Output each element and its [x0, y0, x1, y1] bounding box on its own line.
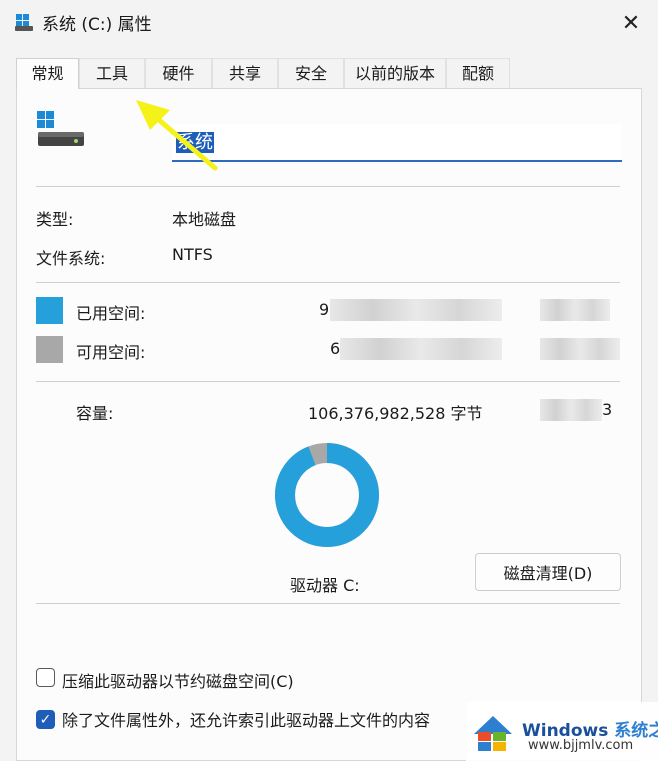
title-bar: 系统 (C:) 属性 ✕ — [0, 0, 658, 46]
compress-checkbox[interactable] — [36, 668, 55, 687]
disk-cleanup-button[interactable]: 磁盘清理(D) — [475, 553, 621, 591]
tab-label: 共享 — [228, 64, 261, 83]
used-space-label: 已用空间: — [76, 304, 146, 323]
file-system-value: NTFS — [172, 245, 213, 264]
tab-label: 硬件 — [162, 64, 195, 83]
type-value: 本地磁盘 — [172, 210, 237, 229]
tab-label: 常规 — [31, 64, 64, 83]
blurred-region — [540, 338, 620, 360]
file-system-label: 文件系统: — [36, 249, 106, 268]
drive-title-icon — [15, 14, 33, 31]
free-space-label: 可用空间: — [76, 343, 146, 362]
used-space-swatch — [36, 297, 63, 324]
tab-label: 以前的版本 — [354, 64, 435, 83]
capacity-bytes-value: 106,376,982,528 字节 — [308, 404, 483, 423]
watermark-url: www.bjjmlv.com — [528, 738, 634, 753]
used-space-arc — [275, 443, 379, 547]
blurred-region — [540, 299, 610, 321]
compress-label: 压缩此驱动器以节约磁盘空间(C) — [62, 672, 294, 691]
tab-security[interactable]: 安全 — [278, 58, 344, 88]
tab-label: 安全 — [294, 64, 327, 83]
disk-cleanup-label: 磁盘清理(D) — [503, 564, 593, 583]
blurred-region — [540, 399, 602, 421]
tab-general[interactable]: 常规 — [16, 58, 79, 89]
general-panel — [16, 88, 642, 761]
tab-quota[interactable]: 配额 — [446, 58, 510, 88]
annotation-arrow-icon — [136, 100, 218, 171]
divider — [36, 381, 620, 382]
volume-name-input[interactable]: 系统 — [172, 124, 622, 162]
close-icon: ✕ — [621, 10, 641, 36]
close-button[interactable]: ✕ — [612, 6, 650, 40]
watermark: Windows 系统之家 www.bjjmlv.com — [466, 702, 658, 761]
free-bytes-value: 6 — [330, 339, 341, 358]
free-space-swatch — [36, 336, 63, 363]
windows-logo-icon — [474, 716, 512, 751]
divider — [36, 186, 620, 187]
divider — [36, 282, 620, 283]
disk-usage-donut — [275, 443, 379, 547]
drive-label: 驱动器 C: — [290, 576, 360, 595]
index-label: 除了文件属性外，还允许索引此驱动器上文件的内容 — [62, 711, 431, 730]
capacity-gb-value: 3 — [602, 400, 613, 419]
tab-hardware[interactable]: 硬件 — [145, 58, 212, 88]
checkmark-icon: ✓ — [39, 712, 52, 728]
drive-icon — [37, 111, 84, 146]
used-bytes-value: 9 — [319, 300, 330, 319]
tab-label: 工具 — [95, 64, 128, 83]
divider — [36, 603, 620, 604]
capacity-label: 容量: — [76, 404, 114, 423]
blurred-region — [340, 338, 502, 360]
tab-tools[interactable]: 工具 — [79, 58, 145, 88]
tab-previous-versions[interactable]: 以前的版本 — [344, 58, 446, 88]
type-label: 类型: — [36, 210, 74, 229]
index-checkbox[interactable]: ✓ — [36, 710, 55, 729]
tab-label: 配额 — [461, 64, 494, 83]
window-title: 系统 (C:) 属性 — [42, 15, 152, 35]
blurred-region — [330, 299, 502, 321]
tab-sharing[interactable]: 共享 — [212, 58, 278, 88]
